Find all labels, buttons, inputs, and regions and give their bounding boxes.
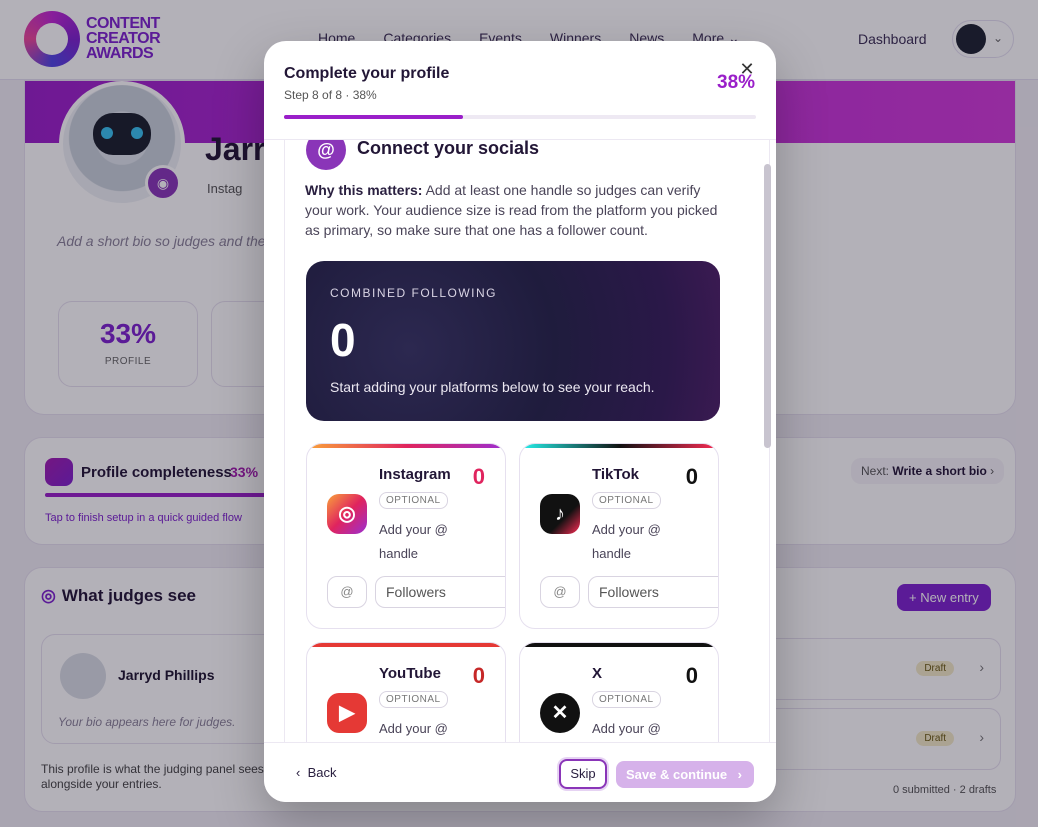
optional-badge: OPTIONAL (592, 691, 661, 708)
followers-input[interactable]: Followers (375, 576, 505, 608)
why-this-matters: Why this matters: Add at least one handl… (305, 182, 718, 238)
optional-badge: OPTIONAL (379, 492, 448, 509)
chevron-right-icon: › (737, 767, 742, 782)
instagram-icon: ◎ (327, 494, 367, 534)
followers-input[interactable]: Followers (588, 576, 718, 608)
complete-profile-modal: Complete your profile Step 8 of 8 · 38% … (264, 41, 776, 802)
modal-step: Step 8 of 8 · 38% (284, 88, 377, 102)
progress-track (284, 115, 756, 119)
modal-title: Complete your profile (284, 65, 450, 82)
combined-label: COMBINED FOLLOWING (330, 286, 498, 300)
tiktok-icon: ♪ (540, 494, 580, 534)
back-button[interactable]: ‹ Back (296, 765, 336, 780)
social-count: 0 (472, 464, 485, 489)
combined-value: 0 (330, 314, 356, 366)
modal-body[interactable]: @ Connect your socials Why this matters:… (264, 140, 776, 742)
social-card-tiktok: ♪ TikTok 0 OPTIONAL Add your @ handle @ … (519, 443, 719, 629)
chevron-left-icon: ‹ (296, 765, 301, 780)
scrollbar[interactable] (764, 164, 771, 448)
skip-button[interactable]: Skip (559, 759, 607, 789)
optional-badge: OPTIONAL (379, 691, 448, 708)
modal-header: Complete your profile Step 8 of 8 · 38% … (264, 41, 776, 140)
social-count: 0 (685, 464, 698, 489)
handle-hint: Add your @ (592, 721, 661, 736)
handle-input[interactable]: @ (540, 576, 580, 608)
combined-following-card: COMBINED FOLLOWING 0 Start adding your p… (306, 261, 720, 421)
at-sign-icon: @ (306, 140, 346, 170)
handle-input[interactable]: @ (327, 576, 367, 608)
card-accent (307, 643, 505, 647)
card-accent (520, 643, 718, 647)
x-icon: ✕ (540, 693, 580, 733)
youtube-icon: ▶ (327, 693, 367, 733)
social-card-instagram: ◎ Instagram 0 OPTIONAL Add your @ handle… (306, 443, 506, 629)
progress-fill (284, 115, 464, 119)
section-title: Connect your socials (357, 140, 540, 158)
handle-hint: Add your @ handle (379, 522, 448, 561)
social-name: TikTok (592, 466, 639, 483)
handle-hint: Add your @ handle (592, 522, 661, 561)
social-count: 0 (685, 663, 698, 688)
optional-badge: OPTIONAL (592, 492, 661, 509)
save-continue-button[interactable]: Save & continue › (616, 761, 754, 788)
socials-section: @ Connect your socials Why this matters:… (284, 140, 770, 742)
social-count: 0 (472, 663, 485, 688)
combined-help: Start adding your platforms below to see… (330, 379, 655, 395)
card-accent (520, 444, 718, 448)
social-card-x: ✕ X 0 OPTIONAL Add your @ (519, 642, 719, 742)
social-name: YouTube (379, 665, 441, 682)
modal-footer: ‹ Back Skip Save & continue › (264, 742, 776, 802)
social-name: Instagram (379, 466, 451, 483)
modal-percent: 38% (717, 72, 756, 93)
handle-hint: Add your @ (379, 721, 448, 736)
social-card-youtube: ▶ YouTube 0 OPTIONAL Add your @ (306, 642, 506, 742)
social-name: X (592, 665, 603, 682)
card-accent (307, 444, 505, 448)
